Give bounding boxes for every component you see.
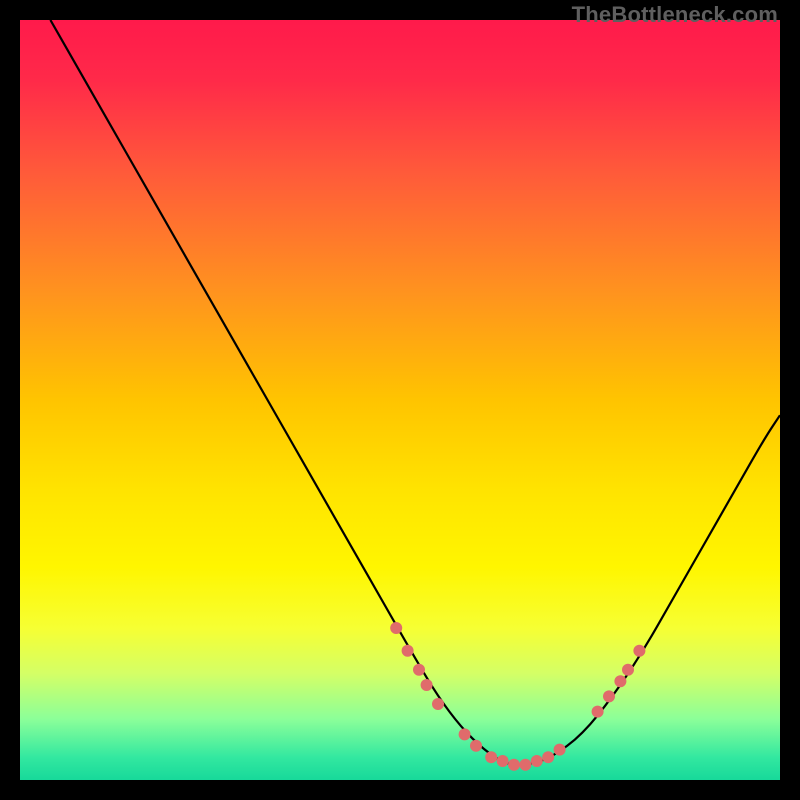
highlight-point <box>554 744 566 756</box>
highlight-point <box>622 664 634 676</box>
watermark-text: TheBottleneck.com <box>572 2 778 28</box>
highlight-point <box>413 664 425 676</box>
highlight-point <box>519 759 531 771</box>
highlight-point <box>614 675 626 687</box>
highlight-point <box>603 690 615 702</box>
highlight-point <box>485 751 497 763</box>
gradient-background <box>20 20 780 780</box>
bottleneck-chart <box>20 20 780 780</box>
highlight-point <box>531 755 543 767</box>
highlight-point <box>390 622 402 634</box>
highlight-point <box>633 645 645 657</box>
highlight-point <box>402 645 414 657</box>
highlight-point <box>508 759 520 771</box>
highlight-point <box>542 751 554 763</box>
highlight-point <box>432 698 444 710</box>
highlight-point <box>470 740 482 752</box>
chart-frame <box>20 20 780 780</box>
highlight-point <box>421 679 433 691</box>
highlight-point <box>459 728 471 740</box>
highlight-point <box>497 755 509 767</box>
highlight-point <box>592 706 604 718</box>
